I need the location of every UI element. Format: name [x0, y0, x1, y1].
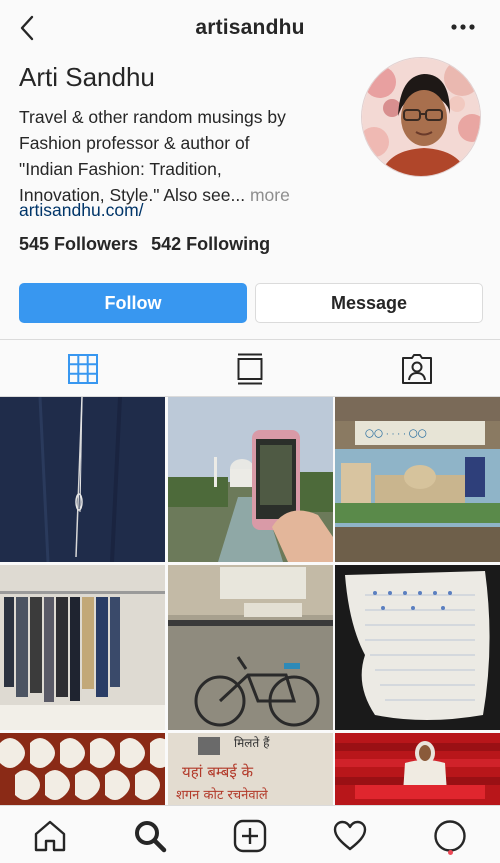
bio-line: Travel & other random musings by: [19, 107, 286, 127]
tab-tagged[interactable]: [397, 350, 437, 388]
photo-image: [0, 397, 165, 562]
photo-tile-fabric[interactable]: [0, 397, 165, 562]
website-link[interactable]: artisandhu.com/: [19, 200, 144, 221]
photo-image: [335, 733, 500, 805]
nav-home[interactable]: [32, 818, 68, 854]
profile-icon: [434, 820, 466, 852]
photo-tile-red-fabric[interactable]: [335, 733, 500, 805]
follow-button[interactable]: Follow: [19, 283, 247, 323]
feed-icon: [237, 353, 263, 385]
photo-image: 〇〇 · · · · 〇〇: [335, 397, 500, 562]
notification-dot: [448, 850, 453, 855]
message-button[interactable]: Message: [255, 283, 483, 323]
bio-more-link[interactable]: more: [250, 185, 290, 205]
search-icon: [135, 821, 167, 853]
nav-activity[interactable]: [332, 818, 368, 854]
photo-image: [0, 565, 165, 730]
followers-count[interactable]: 545 Followers: [19, 234, 138, 254]
nav-profile[interactable]: [432, 818, 468, 854]
avatar[interactable]: [361, 57, 481, 177]
bottom-navigation: [0, 805, 500, 863]
sign-text-line-3: शगन कोट रचनेवाले: [176, 787, 268, 803]
home-icon: [34, 820, 66, 852]
bio-line: "Indian Fashion: Tradition,: [19, 159, 222, 179]
nav-add-post[interactable]: [232, 818, 268, 854]
following-count[interactable]: 542 Following: [151, 234, 270, 254]
photo-tile-mural[interactable]: 〇〇 · · · · 〇〇: [335, 397, 500, 562]
tab-feed[interactable]: [230, 350, 270, 388]
photo-tile-clothes-rack[interactable]: [0, 565, 165, 730]
profile-stats: 545 Followers 542 Following: [19, 234, 270, 255]
bio-line: Fashion professor & author of: [19, 133, 250, 153]
photo-image: [168, 565, 333, 730]
more-options-button[interactable]: [450, 20, 476, 34]
photo-tile-embroidery[interactable]: [335, 565, 500, 730]
photo-image: [335, 565, 500, 730]
add-post-icon: [233, 819, 267, 853]
tagged-icon: [402, 354, 432, 384]
nav-search[interactable]: [132, 818, 168, 854]
photo-tile-pattern[interactable]: [0, 733, 165, 805]
photo-image: [0, 733, 165, 805]
svg-text:〇〇 · · · · 〇〇: 〇〇 · · · · 〇〇: [365, 429, 427, 440]
more-horizontal-icon: [451, 24, 475, 30]
grid-icon: [68, 354, 98, 384]
sign-text-line-2: यहां बम्बई के: [182, 763, 253, 781]
profile-name: Arti Sandhu: [19, 62, 155, 92]
photo-image: मिलते हैं यहां बम्बई के शगन कोट रचनेवाले: [168, 733, 333, 805]
top-bar: artisandhu: [0, 0, 500, 58]
avatar-photo: [362, 58, 480, 176]
username-title: artisandhu: [195, 16, 305, 39]
sign-text-line-1: मिलते हैं: [234, 736, 270, 750]
profile-tabs: [0, 339, 500, 397]
photo-image: [168, 397, 333, 562]
photo-grid: 〇〇 · · · · 〇〇 मिलते हैं यहां बम्बई के शग…: [0, 397, 500, 805]
photo-tile-bicycle[interactable]: [168, 565, 333, 730]
photo-tile-hindi-sign[interactable]: मिलते हैं यहां बम्बई के शगन कोट रचनेवाले: [168, 733, 333, 805]
profile-bio: Travel & other random musings by Fashion…: [19, 104, 339, 208]
heart-icon: [333, 820, 367, 851]
tab-grid[interactable]: [63, 350, 103, 388]
photo-tile-taj-phone[interactable]: [168, 397, 333, 562]
